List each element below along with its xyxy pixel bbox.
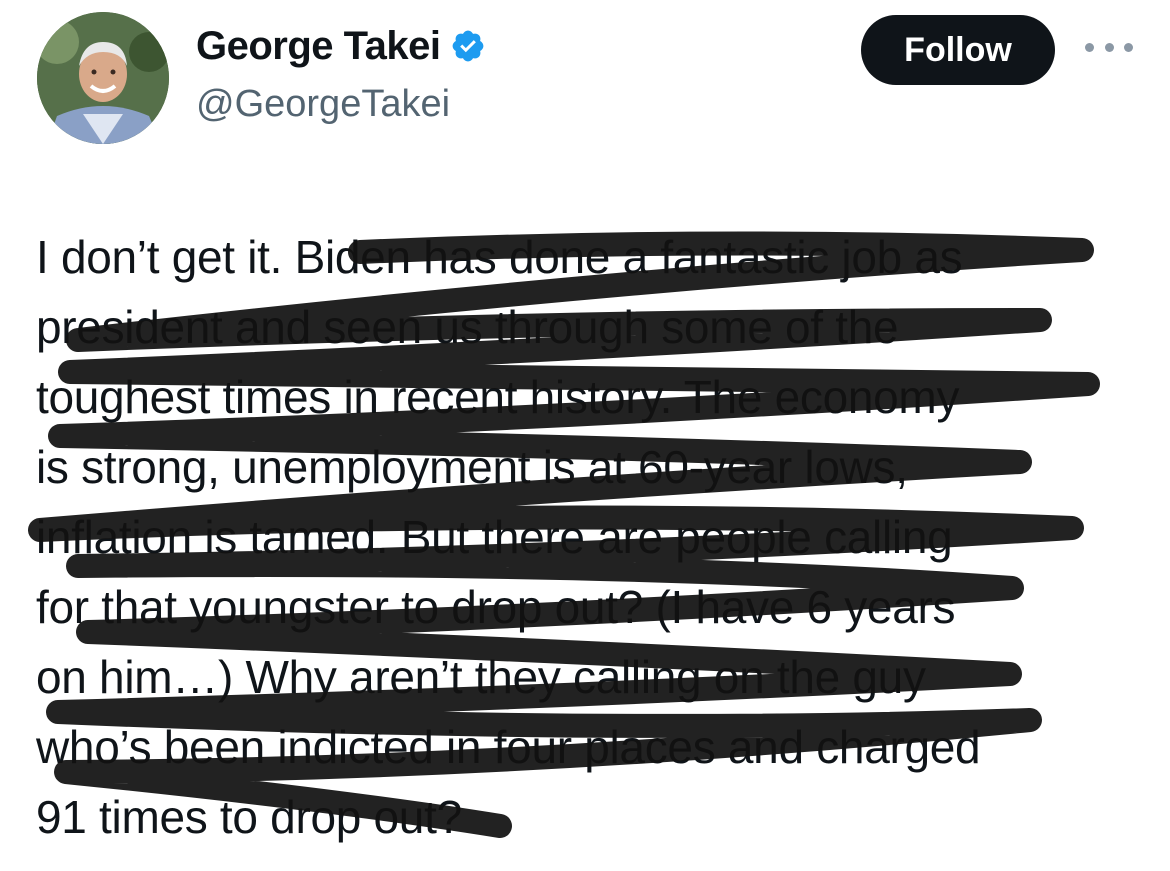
- tweet-line: on him…) Why aren’t they calling on the …: [36, 651, 926, 703]
- tweet-line: inflation is tamed. But there are people…: [36, 511, 953, 563]
- tweet-line: for that youngster to drop out? (I have …: [36, 581, 956, 633]
- ellipsis-dot: [1104, 42, 1114, 52]
- ellipsis-dot: [1124, 42, 1133, 52]
- tweet-line: who’s been indicted in four places and c…: [36, 721, 981, 773]
- verified-badge-icon: [450, 28, 486, 64]
- tweet-text: I don’t get it. Biden has done a fantast…: [36, 222, 1126, 852]
- ellipsis-dot: [1085, 42, 1094, 52]
- author-name-row: George Takei: [196, 22, 486, 70]
- tweet-line: 91 times to drop out?: [36, 791, 462, 843]
- profile-photo-icon: [37, 12, 169, 144]
- ellipsis-icon[interactable]: [1085, 32, 1133, 62]
- tweet-line: president and seen us through some of th…: [36, 301, 899, 353]
- tweet-line: toughest times in recent history. The ec…: [36, 371, 960, 423]
- follow-button[interactable]: Follow: [861, 15, 1055, 85]
- author-handle[interactable]: @GeorgeTakei: [196, 82, 450, 128]
- tweet-line: is strong, unemployment is at 60-year lo…: [36, 441, 908, 493]
- avatar[interactable]: [37, 12, 169, 144]
- tweet-line: I don’t get it. Biden has done a fantast…: [36, 231, 963, 283]
- author-display-name[interactable]: George Takei: [196, 22, 441, 70]
